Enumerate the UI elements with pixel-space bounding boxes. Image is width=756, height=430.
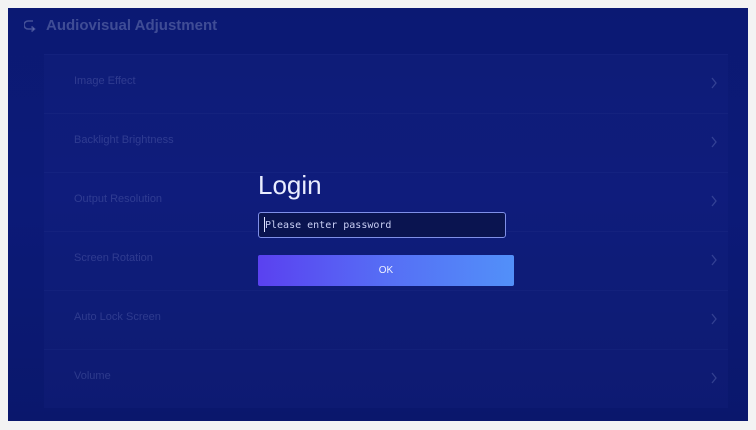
password-input[interactable] xyxy=(258,212,506,238)
screen: Audiovisual Adjustment Image Effect Back… xyxy=(8,8,748,421)
ok-button[interactable]: OK xyxy=(258,255,514,286)
login-title: Login xyxy=(258,170,322,200)
login-dialog: Login OK xyxy=(258,165,516,295)
text-cursor xyxy=(264,217,265,232)
